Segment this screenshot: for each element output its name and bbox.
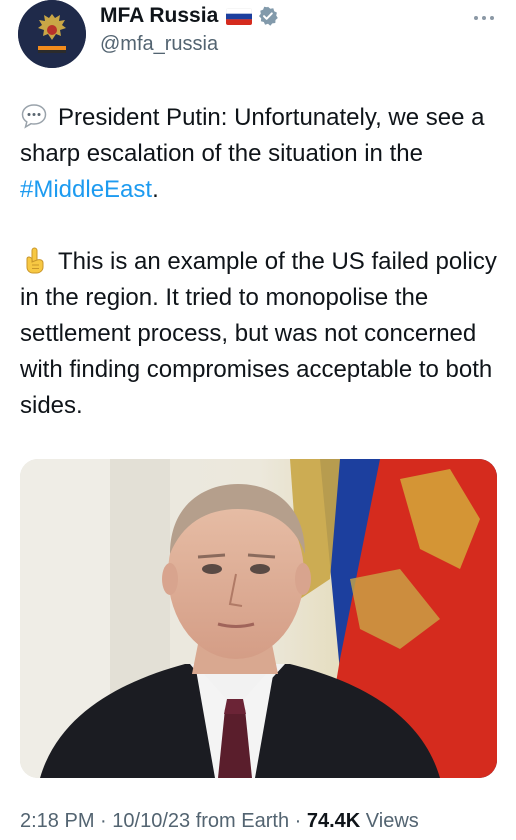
more-options-icon[interactable] [470,8,498,28]
emblem-icon [18,0,86,68]
pointing-up-hand-icon [20,246,48,274]
tweet-date[interactable]: 10/10/23 [112,810,190,832]
display-name[interactable]: MFA Russia [100,4,218,28]
tweet-text: President Putin: Unfortunately, we see a… [20,100,500,424]
paragraph-1-text: President Putin: Unfortunately, we see a… [20,104,485,167]
handle[interactable]: @mfa_russia [100,33,218,56]
views-count[interactable]: 74.4K [307,810,360,832]
avatar[interactable] [18,0,86,68]
tweet-source: from Earth [195,810,290,832]
meta-separator: · [100,810,107,832]
name-row: MFA Russia [100,4,279,28]
hashtag-link[interactable]: #MiddleEast [20,176,152,203]
paragraph-1-end: . [152,176,159,203]
meta-separator-2: · [294,810,302,832]
tweet-header: MFA Russia @mfa_russia [0,0,516,80]
russia-flag-icon [226,7,253,25]
paragraph-2-text: This is an example of the US failed poli… [20,248,497,419]
tweet-paragraph-2: This is an example of the US failed poli… [20,244,500,424]
speech-bubble-icon [20,102,48,130]
tweet-photo[interactable] [20,459,497,778]
tweet-meta: 2:18 PM · 10/10/23 from Earth · 74.4K Vi… [20,810,419,833]
photo-image [20,459,497,778]
government-badge-icon[interactable] [258,6,279,26]
tweet-time[interactable]: 2:18 PM [20,810,94,832]
tweet-paragraph-1: President Putin: Unfortunately, we see a… [20,100,500,208]
views-label: Views [365,810,419,832]
